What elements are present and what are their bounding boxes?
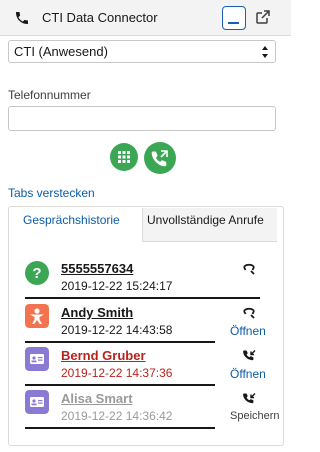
dialpad-button[interactable]	[110, 143, 138, 171]
person-icon	[25, 304, 49, 328]
call-time: 2019-12-22 14:43:58	[61, 323, 173, 337]
call-time: 2019-12-22 15:24:17	[61, 279, 173, 293]
contact-name[interactable]: Andy Smith	[61, 305, 133, 320]
status-select[interactable]: CTI (Anwesend)	[8, 40, 276, 63]
outgoing-call-icon	[243, 307, 255, 319]
call-icon	[151, 150, 168, 167]
tab-incomplete-calls[interactable]: Unvollständige Anrufe	[142, 208, 277, 242]
open-button[interactable]: Öffnen	[230, 367, 266, 381]
contact-card-icon	[25, 347, 49, 371]
save-button[interactable]: Speichern	[230, 410, 280, 422]
app-title: CTI Data Connector	[42, 10, 158, 25]
window-header: CTI Data Connector	[0, 0, 291, 36]
row-divider	[25, 341, 215, 343]
tab-call-history[interactable]: Gesprächshistorie	[9, 208, 142, 242]
status-select-value: CTI (Anwesend)	[14, 44, 108, 59]
question-icon: ?	[25, 261, 49, 285]
contact-card-icon	[25, 390, 49, 414]
select-arrows-icon	[262, 46, 268, 58]
incoming-call-icon	[243, 350, 256, 361]
row-divider	[25, 297, 260, 299]
call-time: 2019-12-22 14:36:42	[61, 409, 173, 423]
phone-number-label: Telefonnummer	[8, 88, 91, 102]
phone-icon	[16, 12, 28, 24]
contact-name[interactable]: Bernd Gruber	[61, 348, 146, 363]
contact-name[interactable]: Alisa Smart	[61, 391, 133, 406]
incoming-call-icon	[243, 393, 256, 404]
history-row[interactable]: Bernd Gruber 2019-12-22 14:37:36 Öffnen	[25, 347, 277, 387]
dialpad-icon	[118, 151, 130, 163]
history-row[interactable]: ? 5555557634 2019-12-22 15:24:17	[25, 260, 277, 300]
call-time: 2019-12-22 14:37:36	[61, 366, 173, 380]
minimize-button[interactable]	[222, 6, 246, 30]
history-row[interactable]: Andy Smith 2019-12-22 14:43:58 Öffnen	[25, 304, 277, 344]
row-divider	[25, 384, 215, 386]
call-button[interactable]	[144, 142, 176, 174]
popout-icon[interactable]	[256, 10, 270, 24]
minimize-icon	[228, 22, 239, 24]
row-divider	[25, 427, 215, 429]
hide-tabs-link[interactable]: Tabs verstecken	[8, 186, 95, 200]
svg-text:?: ?	[32, 265, 41, 282]
contact-name[interactable]: 5555557634	[61, 261, 133, 276]
open-button[interactable]: Öffnen	[230, 324, 266, 338]
history-row[interactable]: Alisa Smart 2019-12-22 14:36:42 Speicher…	[25, 390, 280, 430]
phone-number-input[interactable]	[8, 106, 276, 131]
outgoing-call-icon	[243, 263, 255, 275]
